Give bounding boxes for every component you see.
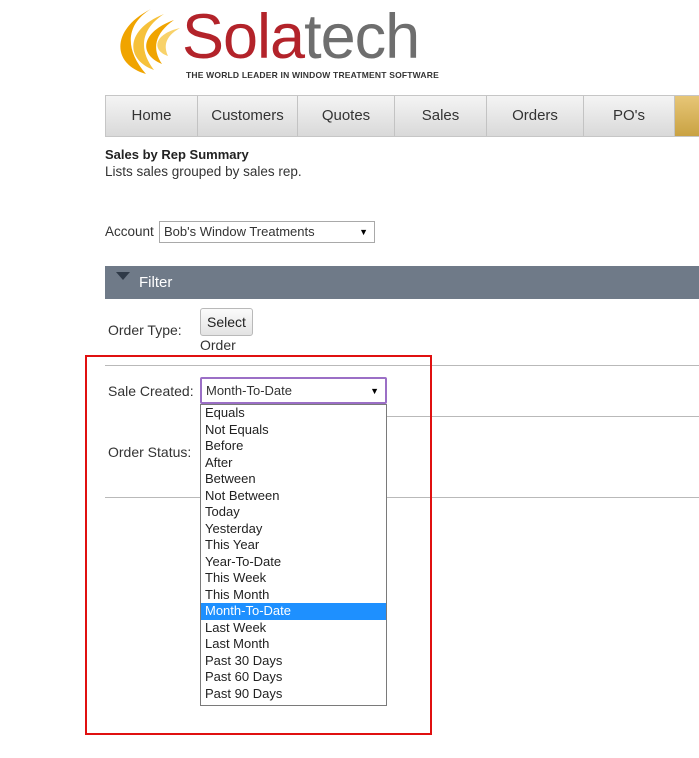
nav-orders[interactable]: Orders (487, 96, 584, 136)
main-nav: Home Customers Quotes Sales Orders PO's (105, 95, 699, 137)
logo-wordmark: Solatech (182, 2, 420, 72)
account-select-value: Bob's Window Treatments (164, 224, 315, 239)
account-select[interactable]: Bob's Window Treatments ▼ (159, 221, 375, 243)
filter-bar[interactable] (105, 266, 699, 299)
divider (387, 416, 699, 417)
logo-tagline: THE WORLD LEADER IN WINDOW TREATMENT SOF… (186, 70, 439, 80)
divider (387, 497, 699, 498)
nav-quotes[interactable]: Quotes (298, 96, 395, 136)
annotation-highlight-box (85, 355, 432, 735)
order-type-value: Order (200, 337, 236, 353)
order-type-select-button[interactable]: Select (200, 308, 253, 336)
dropdown-arrow-icon: ▼ (359, 227, 368, 237)
collapse-triangle-icon (116, 272, 130, 280)
order-type-label: Order Type: (108, 322, 182, 338)
filter-label: Filter (139, 274, 173, 291)
nav-pos[interactable]: PO's (584, 96, 675, 136)
nav-home[interactable]: Home (106, 96, 198, 136)
page-title: Sales by Rep Summary (105, 147, 249, 162)
nav-sales[interactable]: Sales (395, 96, 487, 136)
account-label: Account (105, 224, 154, 239)
nav-more-tab[interactable] (675, 96, 699, 136)
logo-swoosh-icon (120, 9, 180, 74)
page-subtitle: Lists sales grouped by sales rep. (105, 164, 302, 179)
nav-customers[interactable]: Customers (198, 96, 298, 136)
